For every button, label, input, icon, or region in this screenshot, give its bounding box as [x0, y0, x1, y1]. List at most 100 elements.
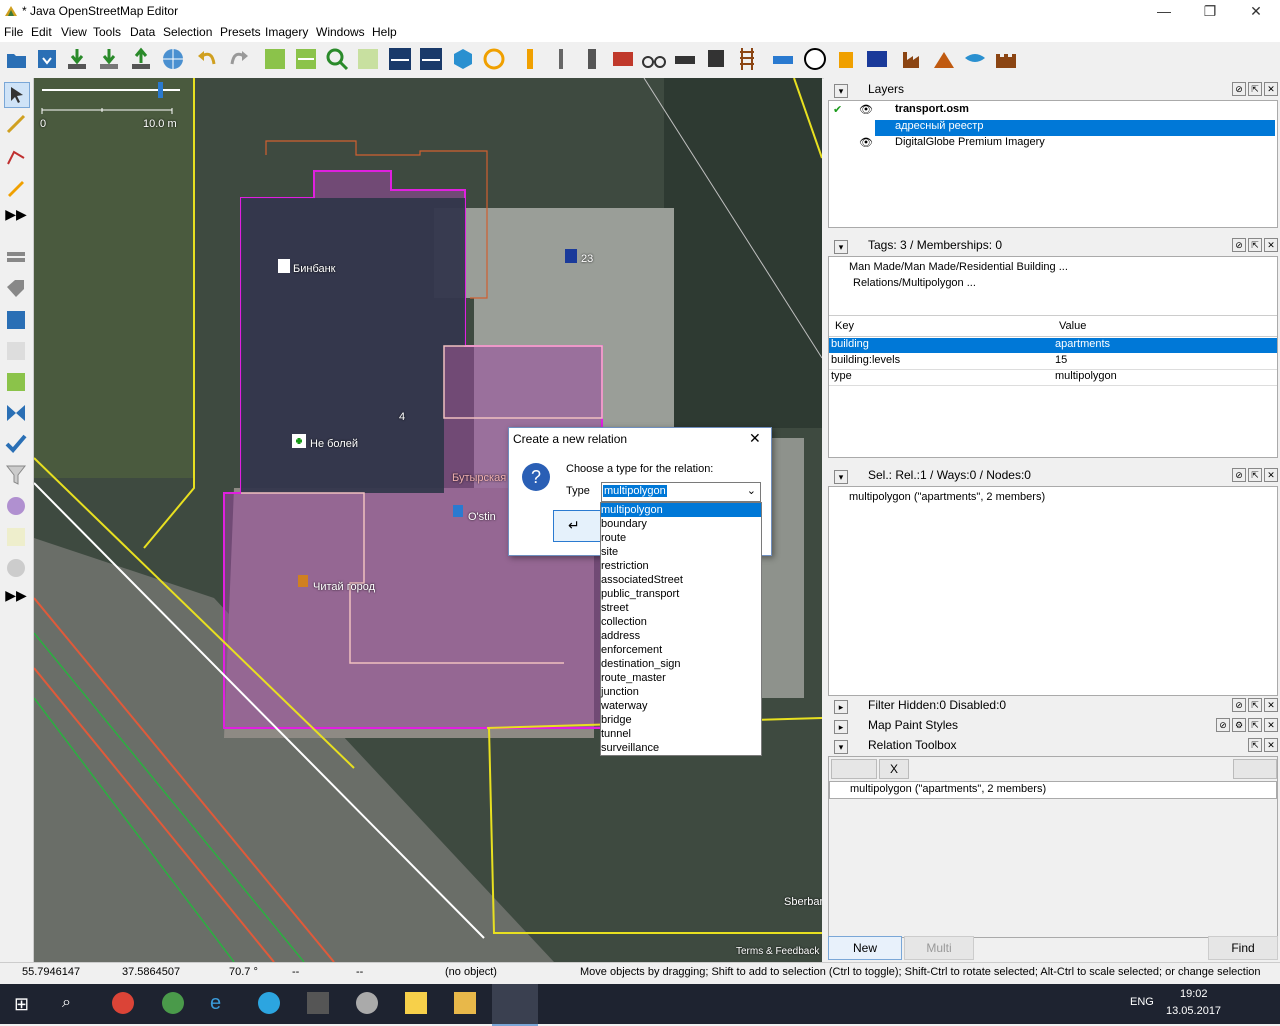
- validator-icon[interactable]: [4, 432, 28, 456]
- expand-icon[interactable]: ▸: [834, 700, 848, 714]
- undo-icon[interactable]: [194, 46, 220, 72]
- map-wiki-icon[interactable]: [4, 556, 28, 580]
- option-route[interactable]: route: [601, 531, 761, 545]
- option-collection[interactable]: collection: [601, 615, 761, 629]
- chrome-icon[interactable]: [112, 992, 134, 1014]
- file-explorer-icon[interactable]: [454, 992, 476, 1014]
- add-member-button[interactable]: [831, 759, 877, 779]
- close-panel-icon[interactable]: ⊘: [1232, 468, 1246, 482]
- detach-panel-icon[interactable]: ⇱: [1248, 238, 1262, 252]
- option-multipolygon[interactable]: multipolygon: [601, 503, 761, 517]
- edit-relation-button[interactable]: [1233, 759, 1277, 779]
- menu-data[interactable]: Data: [130, 25, 155, 39]
- visible-eye-icon[interactable]: 👁: [859, 103, 873, 116]
- option-destination-sign[interactable]: destination_sign: [601, 657, 761, 671]
- option-bridge[interactable]: bridge: [601, 713, 761, 727]
- combine-way-icon[interactable]: [418, 46, 444, 72]
- conflict-icon[interactable]: [4, 401, 28, 425]
- menu-view[interactable]: View: [61, 25, 87, 39]
- select-tool-icon[interactable]: [4, 82, 30, 108]
- relation-toolbox-icon[interactable]: [4, 525, 28, 549]
- ring-icon[interactable]: [481, 46, 507, 72]
- option-public-transport[interactable]: public_transport: [601, 587, 761, 601]
- visible-eye-icon[interactable]: 👁: [859, 136, 873, 149]
- history-icon[interactable]: [4, 339, 28, 363]
- option-associatedstreet[interactable]: associatedStreet: [601, 573, 761, 587]
- preset-link-multipolygon[interactable]: Relations/Multipolygon ...: [853, 277, 976, 289]
- option-address[interactable]: address: [601, 629, 761, 643]
- search-icon[interactable]: ⌕: [62, 994, 71, 1012]
- close-icon[interactable]: ✕: [1264, 698, 1278, 712]
- close-panel-icon[interactable]: ⊘: [1232, 698, 1246, 712]
- commands-icon[interactable]: [4, 370, 28, 394]
- more-tools-icon[interactable]: ▶▶: [4, 206, 28, 230]
- download-icon[interactable]: [64, 46, 90, 72]
- collapse-icon[interactable]: ▾: [834, 740, 848, 754]
- table-row[interactable]: building apartments: [829, 338, 1277, 353]
- option-waterway[interactable]: waterway: [601, 699, 761, 713]
- close-icon[interactable]: ✕: [1264, 738, 1278, 752]
- detach-panel-icon[interactable]: ⇱: [1248, 698, 1262, 712]
- traffic-signal-icon[interactable]: [579, 46, 605, 72]
- close-window-button[interactable]: ✕: [1233, 0, 1279, 22]
- close-icon[interactable]: ✕: [1264, 468, 1278, 482]
- option-site[interactable]: site: [601, 545, 761, 559]
- menu-imagery[interactable]: Imagery: [265, 25, 308, 39]
- maximize-button[interactable]: ❐: [1187, 0, 1233, 22]
- menu-edit[interactable]: Edit: [31, 25, 52, 39]
- multi-button[interactable]: Multi: [904, 936, 974, 960]
- table-row[interactable]: type multipolygon: [829, 370, 1277, 386]
- minimize-button[interactable]: —: [1141, 0, 1187, 22]
- upload-icon[interactable]: [128, 46, 154, 72]
- railway-icon[interactable]: [734, 46, 760, 72]
- mountain-icon[interactable]: [931, 46, 957, 72]
- wall-icon[interactable]: [610, 46, 636, 72]
- relations-icon[interactable]: [4, 308, 28, 332]
- close-panel-icon[interactable]: ⊘: [1216, 718, 1230, 732]
- football-icon[interactable]: [802, 46, 828, 72]
- close-panel-icon[interactable]: ⊘: [1232, 238, 1246, 252]
- download-data-icon[interactable]: [96, 46, 122, 72]
- collapse-icon[interactable]: ▾: [834, 240, 848, 254]
- info-icon[interactable]: [864, 46, 890, 72]
- more-dialogs-icon[interactable]: ▶▶: [4, 587, 28, 611]
- josm-taskbar-button[interactable]: [492, 984, 538, 1026]
- sticky-notes-icon[interactable]: [405, 992, 427, 1014]
- chevron-down-icon[interactable]: ⌄: [747, 484, 756, 497]
- menu-tools[interactable]: Tools: [93, 25, 121, 39]
- new-button[interactable]: New: [828, 936, 902, 960]
- list-item[interactable]: multipolygon ("apartments", 2 members): [850, 783, 1046, 795]
- dialog-close-button[interactable]: ✕: [749, 430, 761, 447]
- detach-panel-icon[interactable]: ⇱: [1248, 718, 1262, 732]
- type-value[interactable]: multipolygon: [603, 485, 667, 497]
- edge-icon[interactable]: e: [210, 992, 221, 1015]
- detach-panel-icon[interactable]: ⇱: [1248, 738, 1262, 752]
- globe-app-icon[interactable]: [162, 992, 184, 1014]
- map-label-ostin[interactable]: O'stin: [468, 511, 496, 523]
- option-route-master[interactable]: route_master: [601, 671, 761, 685]
- tags-icon[interactable]: [4, 277, 28, 301]
- preferences-globe-icon[interactable]: [160, 46, 186, 72]
- start-icon[interactable]: ⊞: [14, 994, 29, 1015]
- find-button[interactable]: Find: [1208, 936, 1278, 960]
- map-label-sberbank[interactable]: Sberbar: [784, 896, 822, 908]
- option-restriction[interactable]: restriction: [601, 559, 761, 573]
- ok-button[interactable]: ↵: [553, 510, 601, 542]
- layers-icon[interactable]: [4, 246, 28, 270]
- bed-icon[interactable]: [770, 46, 796, 72]
- water-icon[interactable]: [962, 46, 988, 72]
- option-surveillance[interactable]: surveillance: [601, 741, 761, 755]
- shop-icon[interactable]: [833, 46, 859, 72]
- menu-presets[interactable]: Presets: [220, 25, 261, 39]
- map-label-chitai-gorod[interactable]: Читай город: [313, 581, 375, 593]
- map-label-parking[interactable]: 23: [581, 253, 593, 265]
- open-file-icon[interactable]: [4, 46, 30, 72]
- industrial-icon[interactable]: [900, 46, 926, 72]
- map-label-binbank[interactable]: Бинбанк: [293, 263, 336, 275]
- close-panel-icon[interactable]: ⊘: [1232, 82, 1246, 96]
- collapse-icon[interactable]: ▾: [834, 470, 848, 484]
- clock-time[interactable]: 19:02: [1180, 988, 1208, 1000]
- menu-file[interactable]: File: [4, 25, 23, 39]
- improve-way-icon[interactable]: [4, 144, 28, 168]
- bicycle-icon[interactable]: [641, 46, 667, 72]
